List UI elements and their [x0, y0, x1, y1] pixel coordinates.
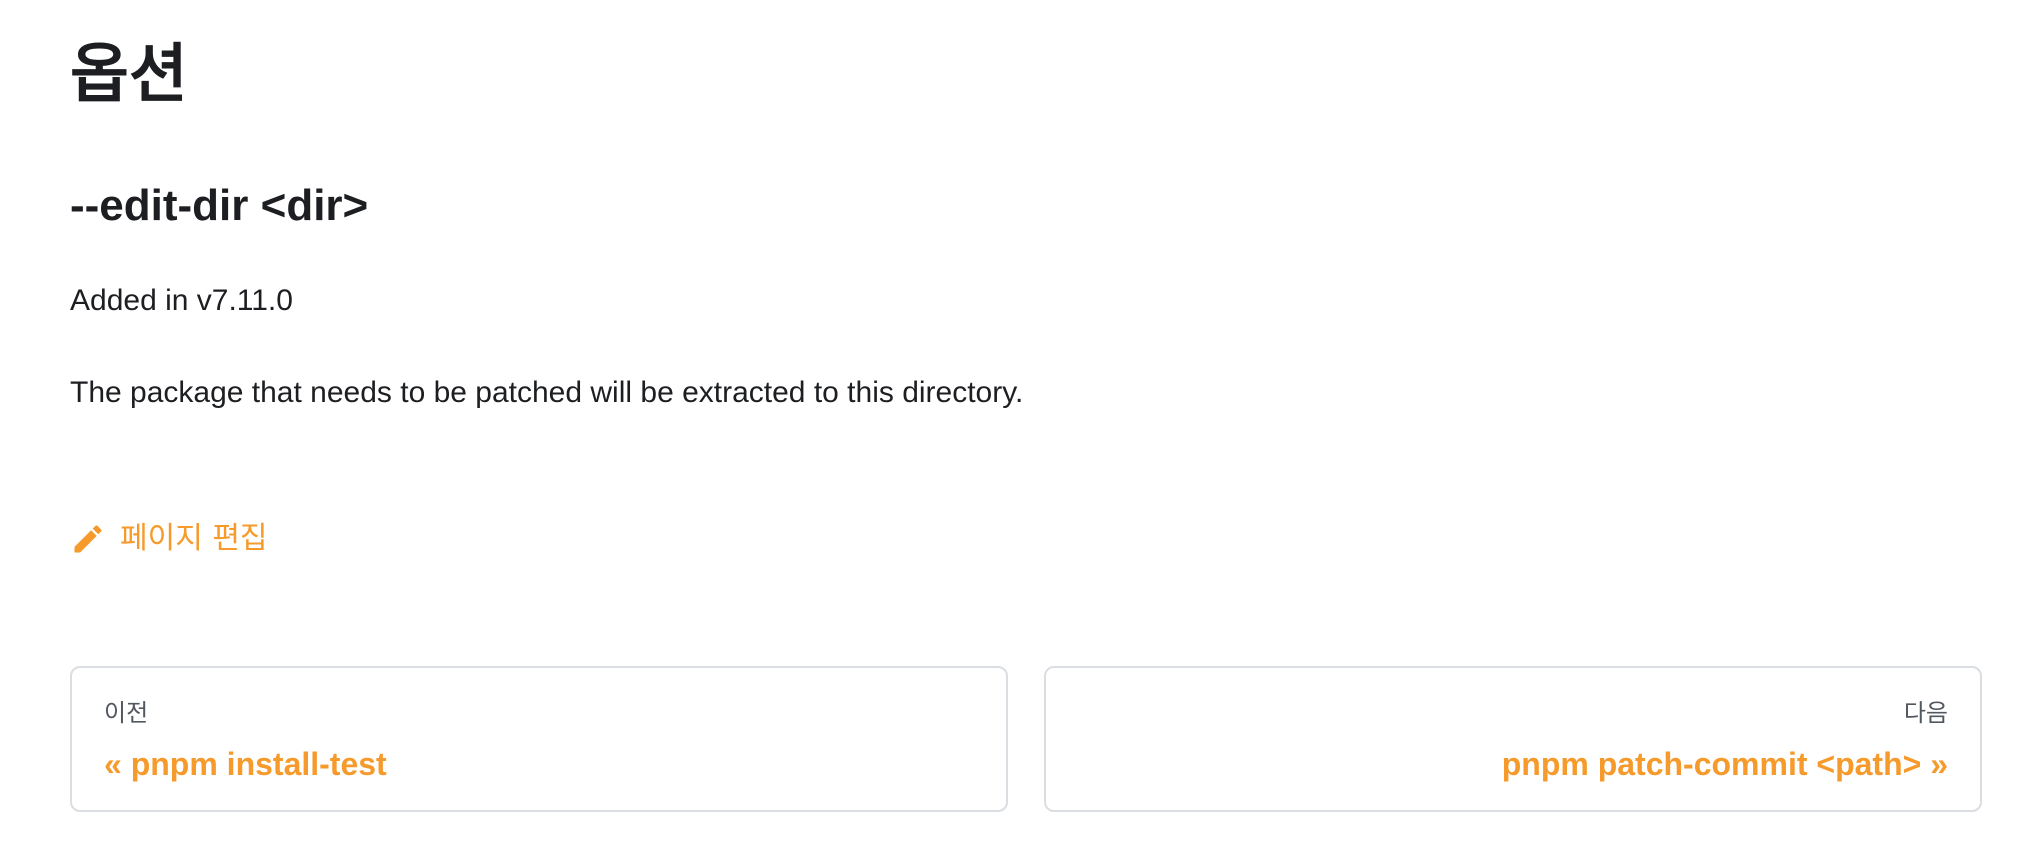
pencil-icon [70, 521, 106, 557]
previous-page-link[interactable]: 이전 « pnpm install-test [70, 666, 1008, 812]
previous-label: 이전 [104, 699, 149, 727]
docs-pagination: 이전 « pnpm install-test 다음 pnpm patch-com… [70, 666, 1986, 816]
previous-page-title: « pnpm install-test [104, 746, 387, 782]
next-page-link[interactable]: 다음 pnpm patch-commit <path> » [1044, 666, 1982, 812]
next-page-title: pnpm patch-commit <path> » [1501, 746, 1948, 782]
option-heading: --edit-dir <dir> [70, 181, 369, 230]
edit-page-label: 페이지 편집 [120, 521, 268, 556]
page-title: 옵션 [70, 38, 188, 112]
edit-page-link[interactable]: 페이지 편집 [70, 518, 268, 560]
doc-page: 옵션 --edit-dir <dir> Added in v7.11.0 The… [0, 0, 2026, 852]
added-version-text: Added in v7.11.0 [70, 284, 293, 317]
next-label: 다음 [1903, 699, 1948, 727]
option-description: The package that needs to be patched wil… [70, 376, 1024, 409]
